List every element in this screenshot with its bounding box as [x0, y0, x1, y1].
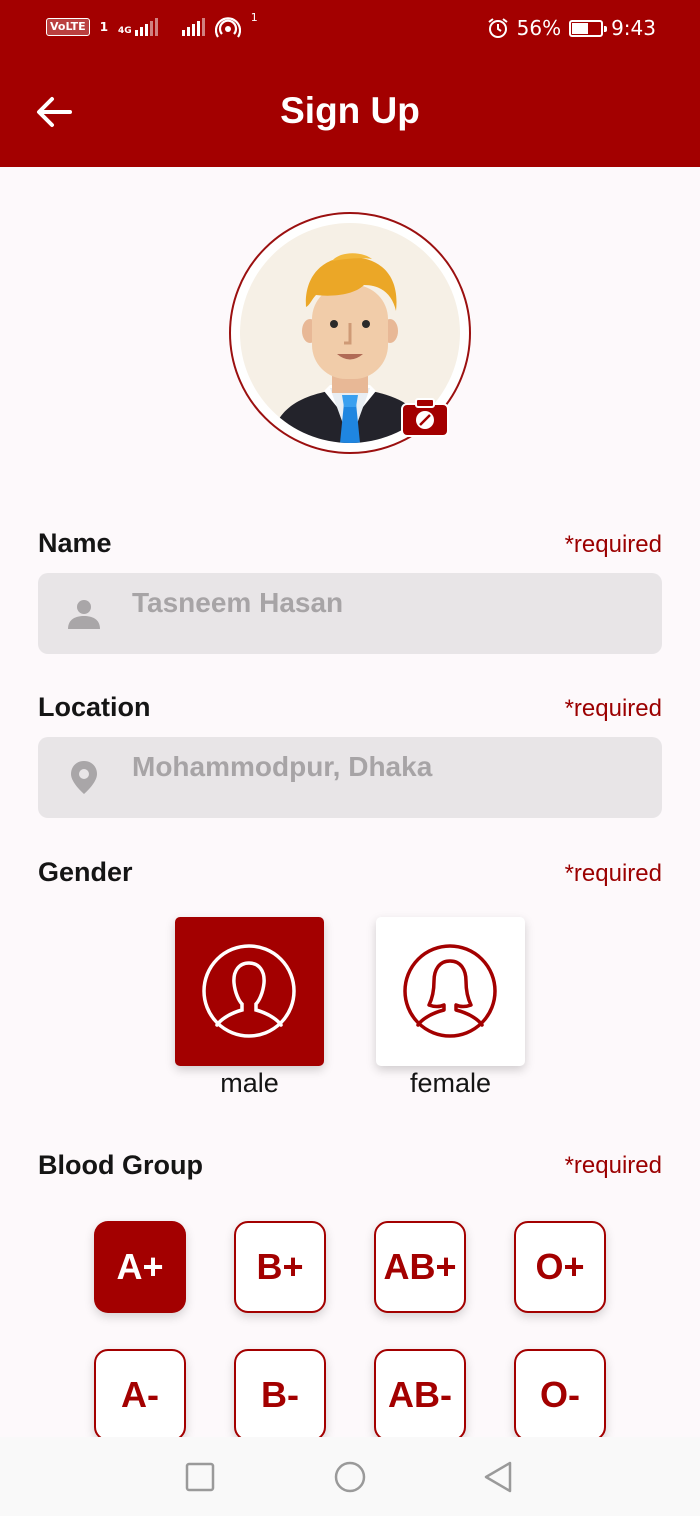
blood-group-b-pos[interactable]: B+ [234, 1221, 326, 1313]
gender-option-female[interactable] [376, 917, 525, 1066]
name-label: Name [38, 528, 112, 558]
name-input[interactable]: Tasneem Hasan [38, 573, 662, 654]
gender-option-male[interactable] [175, 917, 324, 1066]
gender-label: Gender [38, 857, 133, 887]
hotspot-icon [214, 17, 241, 38]
hotspot-count: 1 [250, 10, 258, 24]
blood-group-o-neg[interactable]: O- [514, 1349, 606, 1441]
female-icon [403, 944, 497, 1038]
network-type: 4G [118, 26, 132, 36]
status-right: 56% 9:43 [487, 16, 656, 40]
recent-apps-icon[interactable] [180, 1457, 220, 1497]
blood-group-required-note: *required [564, 1152, 662, 1179]
alarm-icon [488, 18, 508, 38]
sim-slot: 1 [99, 20, 109, 34]
cell-signal-1-icon: 4G [118, 18, 158, 36]
male-icon [202, 944, 296, 1038]
blood-group-ab-neg[interactable]: AB- [374, 1349, 466, 1441]
name-placeholder: Tasneem Hasan [132, 587, 344, 618]
back-nav-icon[interactable] [478, 1457, 518, 1497]
blood-group-b-neg[interactable]: B- [234, 1349, 326, 1441]
location-input[interactable]: Mohammodpur, Dhaka [38, 737, 662, 818]
volte-badge: VoLTE [46, 18, 90, 36]
location-pin-icon [71, 761, 97, 794]
battery-icon [569, 19, 608, 37]
blood-group-ab-pos[interactable]: AB+ [374, 1221, 466, 1313]
home-icon[interactable] [330, 1457, 370, 1497]
blood-group-label: Blood Group [38, 1150, 203, 1180]
system-nav-bar [0, 1437, 700, 1516]
app-bar: VoLTE 1 4G 1 56% 9:43 Sign Up [0, 0, 700, 167]
gender-option-male-label: male [220, 1068, 279, 1098]
battery-percent: 56% [516, 16, 562, 40]
status-bar: VoLTE 1 4G 1 56% 9:43 [0, 0, 700, 60]
blood-group-a-neg[interactable]: A- [94, 1349, 186, 1441]
location-placeholder: Mohammodpur, Dhaka [132, 751, 433, 782]
cell-signal-2-icon [181, 18, 205, 36]
location-label: Location [38, 692, 151, 722]
gender-option-female-label: female [409, 1068, 492, 1098]
blood-group-a-pos[interactable]: A+ [94, 1221, 186, 1313]
clock: 9:43 [611, 16, 656, 40]
page-title: Sign Up [280, 90, 420, 131]
camera-icon[interactable] [401, 397, 449, 437]
name-required-note: *required [564, 531, 662, 558]
person-icon [68, 600, 100, 629]
blood-group-o-pos[interactable]: O+ [514, 1221, 606, 1313]
location-required-note: *required [564, 695, 662, 722]
gender-required-note: *required [564, 860, 662, 887]
battery-level [572, 22, 588, 34]
status-left: VoLTE 1 4G 1 [46, 11, 258, 38]
